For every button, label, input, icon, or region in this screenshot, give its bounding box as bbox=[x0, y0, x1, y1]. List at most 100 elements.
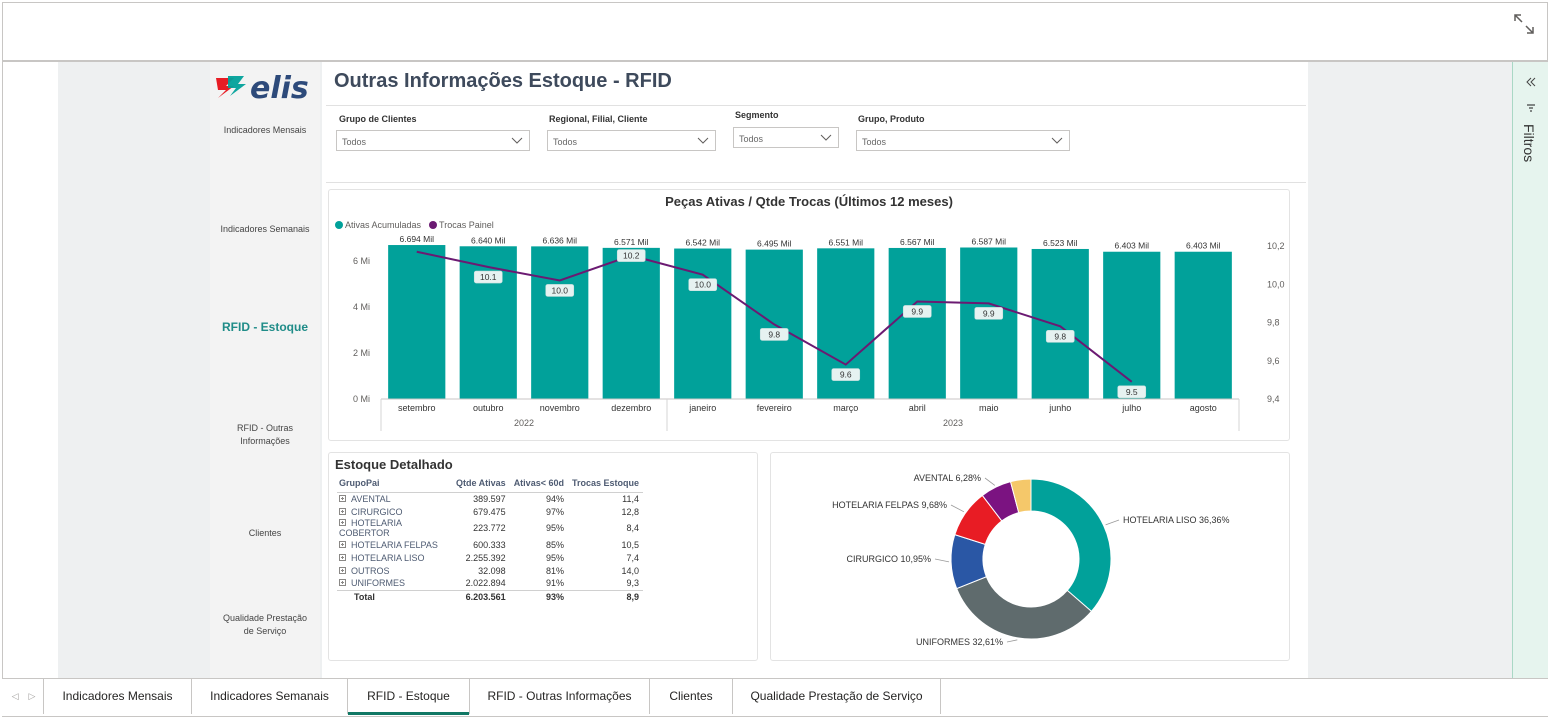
filter-icon bbox=[1527, 104, 1535, 112]
nav-clientes[interactable]: Clientes bbox=[220, 527, 310, 540]
total-cell: 6.203.561 bbox=[452, 589, 510, 603]
chevron-down-icon bbox=[1051, 137, 1063, 144]
expand-plus-icon[interactable] bbox=[339, 566, 346, 574]
year-label: 2023 bbox=[943, 418, 963, 428]
cell-grupopai: OUTROS bbox=[337, 564, 452, 577]
col-header-grupopai[interactable]: GrupoPai bbox=[337, 478, 452, 493]
nav-rfid-outras-informacoes[interactable]: RFID - Outras Informações bbox=[220, 422, 310, 448]
bar-data-label: 6.403 Mil bbox=[1115, 241, 1150, 251]
expand-plus-icon[interactable] bbox=[339, 553, 346, 561]
tab-rfid-outras-informacoes[interactable]: RFID - Outras Informações bbox=[470, 678, 650, 714]
combo-chart-card[interactable]: Peças Ativas / Qtde Trocas (Últimos 12 m… bbox=[328, 189, 1290, 441]
bar bbox=[888, 247, 946, 399]
bar-data-label: 6.495 Mil bbox=[757, 239, 792, 249]
table-cell: 600.333 bbox=[473, 539, 506, 550]
filters-pane-label: Filtros bbox=[1521, 124, 1537, 163]
bar bbox=[960, 247, 1018, 399]
elis-logo: elis bbox=[216, 71, 309, 104]
table-header-row: GrupoPai Qtde Ativas Ativas< 60d Trocas … bbox=[337, 478, 643, 493]
table-row[interactable]: HOTELARIA FELPAS 600.333 85% 10,5 bbox=[337, 538, 643, 551]
y-right-tick-label: 9,8 bbox=[1267, 318, 1280, 328]
slicer-grupo-produto[interactable]: Todos bbox=[856, 130, 1070, 151]
slicer-segmento[interactable]: Todos bbox=[733, 127, 839, 148]
x-tick-label: julho bbox=[1121, 403, 1141, 413]
bar bbox=[1174, 251, 1232, 399]
tab-rfid-estoque[interactable]: RFID - Estoque bbox=[348, 678, 470, 715]
line-data-label: 9.9 bbox=[911, 306, 923, 316]
line-data-label: 9.9 bbox=[983, 308, 995, 318]
table-cell: 91% bbox=[545, 578, 564, 589]
line-data-label: 9.6 bbox=[840, 370, 852, 380]
header-divider bbox=[326, 105, 1306, 106]
slicer-regional-filial-cliente[interactable]: Todos bbox=[547, 130, 716, 151]
tab-indicadores-mensais[interactable]: Indicadores Mensais bbox=[44, 678, 192, 714]
col-header-qtde-ativas[interactable]: Qtde Ativas bbox=[452, 478, 510, 493]
table-row[interactable]: AVENTAL 389.597 94% 11,4 bbox=[337, 492, 643, 505]
leader-line bbox=[1105, 519, 1120, 526]
expand-plus-icon[interactable] bbox=[339, 494, 346, 502]
table-row[interactable]: CIRURGICO 679.475 97% 12,8 bbox=[337, 505, 643, 518]
table-row[interactable]: HOTELARIA COBERTOR 223.772 95% 8,4 bbox=[337, 518, 643, 538]
tab-scroll-arrows[interactable]: ◁ ▷ bbox=[4, 678, 44, 714]
combo-chart: 0 Mi 2 Mi 4 Mi 6 Mi 9,4 9,6 9,8 10,0 10,2 6.694 M… bbox=[353, 234, 1285, 431]
chevron-down-icon bbox=[697, 137, 709, 144]
bar-data-label: 6.640 Mil bbox=[471, 235, 506, 245]
expand-plus-icon[interactable] bbox=[339, 540, 346, 548]
table-cell: 95% bbox=[545, 523, 564, 533]
expand-plus-icon[interactable] bbox=[339, 507, 346, 515]
slicer-value: Todos bbox=[739, 134, 764, 144]
chevron-left-icon[interactable]: ◁ bbox=[12, 691, 19, 702]
tab-clientes[interactable]: Clientes bbox=[650, 678, 733, 714]
table-cell: 11,4 bbox=[622, 493, 639, 504]
left-nav bbox=[210, 62, 320, 678]
bar bbox=[388, 245, 446, 399]
total-label: Total bbox=[337, 589, 452, 603]
bar bbox=[1031, 248, 1089, 399]
col-header-ativas-60d[interactable]: Ativas< 60d bbox=[509, 478, 568, 493]
bar-data-label: 6.694 Mil bbox=[400, 234, 435, 244]
table-row[interactable]: HOTELARIA LISO 2.255.392 95% 7,4 bbox=[337, 551, 643, 564]
slicer-label-segmento: Segmento bbox=[735, 110, 779, 120]
line-data-label: 10.2 bbox=[623, 251, 640, 261]
line-data-label: 10.0 bbox=[694, 280, 711, 290]
filters-pane[interactable]: Filtros bbox=[1512, 62, 1548, 678]
line-data-label: 9.5 bbox=[1126, 387, 1138, 397]
cell-grupopai: HOTELARIA COBERTOR bbox=[337, 518, 452, 538]
cell-text: AVENTAL bbox=[351, 493, 391, 504]
line-data-label: 9.8 bbox=[1054, 331, 1066, 341]
table-row[interactable]: UNIFORMES 2.022.894 91% 9,3 bbox=[337, 577, 643, 590]
donut-chart-card[interactable]: HOTELARIA LISO 36,36% UNIFORMES 32,61% CIR… bbox=[770, 452, 1290, 661]
nav-qualidade-prestacao[interactable]: Qualidade Prestação de Serviço bbox=[220, 612, 310, 638]
page-title: Outras Informações Estoque - RFID bbox=[334, 70, 672, 92]
cell-text: CIRURGICO bbox=[351, 506, 403, 517]
expand-plus-icon[interactable] bbox=[339, 579, 346, 587]
chevron-right-icon[interactable]: ▷ bbox=[29, 691, 36, 702]
nav-indicadores-mensais[interactable]: Indicadores Mensais bbox=[220, 124, 310, 137]
cell-text: OUTROS bbox=[351, 565, 390, 576]
table-cell: 94% bbox=[545, 493, 564, 504]
expand-icon[interactable] bbox=[1512, 12, 1536, 36]
table-cell: 389.597 bbox=[473, 493, 506, 504]
cell-text: UNIFORMES bbox=[351, 578, 405, 589]
col-header-trocas-estoque[interactable]: Trocas Estoque bbox=[567, 478, 643, 493]
table-cell: 9,3 bbox=[626, 578, 639, 589]
nav-rfid-estoque[interactable]: RFID - Estoque bbox=[220, 320, 310, 335]
tab-indicadores-semanais[interactable]: Indicadores Semanais bbox=[192, 678, 348, 714]
slicer-grupo-clientes[interactable]: Todos bbox=[336, 130, 530, 151]
x-tick-label: setembro bbox=[398, 403, 436, 413]
estoque-table: GrupoPai Qtde Ativas Ativas< 60d Trocas … bbox=[337, 478, 643, 603]
collapse-chevrons-icon[interactable] bbox=[1525, 76, 1537, 88]
x-tick-label: junho bbox=[1048, 403, 1071, 413]
table-cell: 7,4 bbox=[626, 552, 639, 563]
bar-data-label: 6.403 Mil bbox=[1186, 241, 1221, 251]
table-row[interactable]: OUTROS 32.098 81% 14,0 bbox=[337, 564, 643, 577]
table-cell: 14,0 bbox=[621, 565, 639, 576]
donut-label: CIRURGICO 10,95% bbox=[846, 554, 931, 564]
y-right-tick-label: 10,0 bbox=[1267, 279, 1285, 289]
nav-indicadores-semanais[interactable]: Indicadores Semanais bbox=[220, 223, 310, 236]
tab-qualidade-prestacao[interactable]: Qualidade Prestação de Serviço bbox=[733, 678, 941, 714]
expand-plus-icon[interactable] bbox=[339, 519, 346, 526]
bar-data-label: 6.551 Mil bbox=[829, 237, 864, 247]
leader-line bbox=[984, 477, 996, 486]
total-cell: 93% bbox=[509, 589, 568, 603]
